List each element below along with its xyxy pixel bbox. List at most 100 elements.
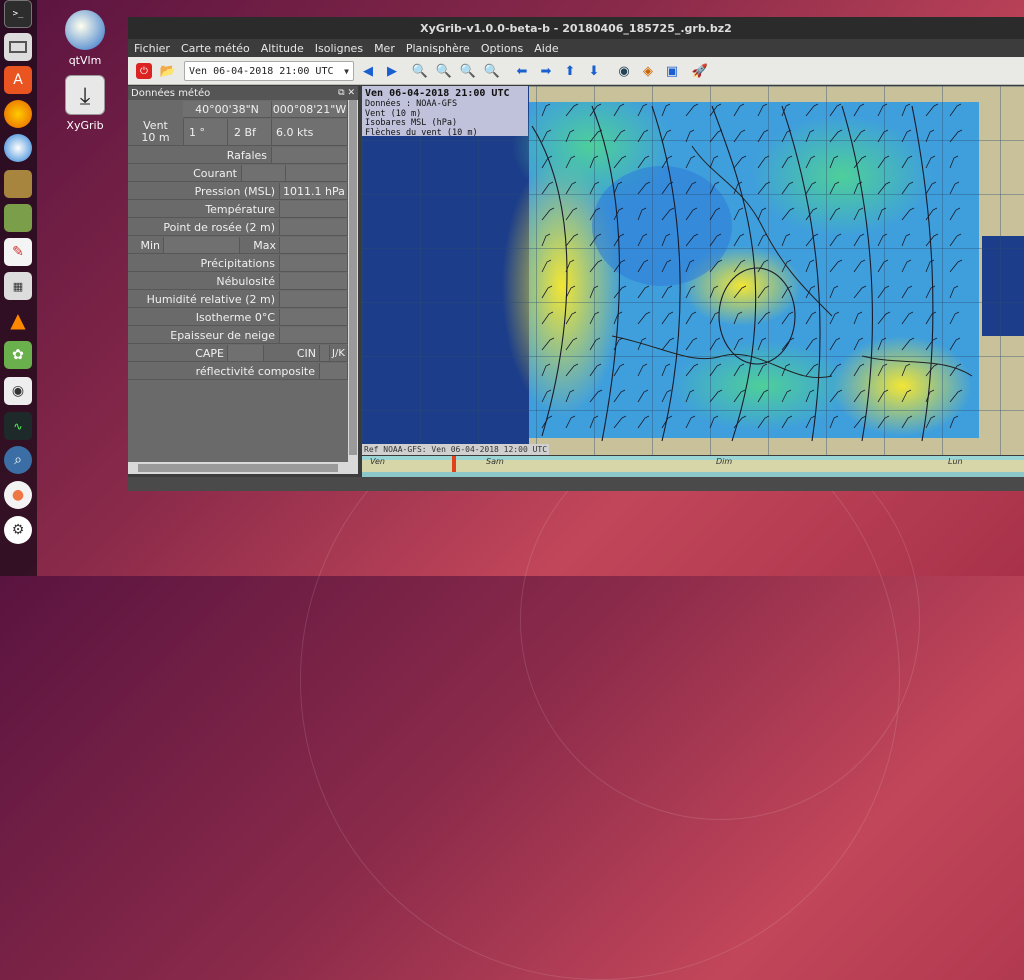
desktop-icon-xygrib[interactable]: ⤓ XyGrib xyxy=(55,75,115,132)
bulb-icon[interactable]: ● xyxy=(4,481,32,509)
row-reflectivite: réflectivité composite xyxy=(128,363,348,380)
panel-horizontal-scrollbar[interactable] xyxy=(128,462,358,474)
desktop-icon-label: qtVlm xyxy=(68,54,102,67)
row-isotherme: Isotherme 0°C xyxy=(128,309,348,326)
zoom-area-icon[interactable]: 🔍 xyxy=(458,61,478,81)
drawing-icon[interactable]: ✎ xyxy=(4,238,32,266)
row-vent: Vent 10 m 1 ° 2 Bf 6.0 kts xyxy=(128,119,348,146)
neige-label: Epaisseur de neige xyxy=(128,327,280,344)
thunderbird-icon[interactable] xyxy=(4,134,32,162)
desktop-icon-label: XyGrib xyxy=(66,119,104,132)
select-area-icon[interactable]: ◈ xyxy=(638,61,658,81)
chevron-down-icon: ▼ xyxy=(344,66,349,76)
day-label: Dim xyxy=(716,457,733,466)
open-file-icon[interactable]: 📂 xyxy=(158,61,178,81)
menubar: Fichier Carte météo Altitude Isolignes M… xyxy=(128,39,1024,57)
panel-title: Données météo xyxy=(131,87,211,99)
vent-direction: 1 ° xyxy=(184,119,228,146)
map-layer-arrows: Flèches du vent (10 m) xyxy=(365,127,478,138)
prev-step-icon[interactable]: ◀ xyxy=(358,61,378,81)
scrollbar-thumb[interactable] xyxy=(349,100,357,455)
ubuntu-dock: >_ A ✎ ▦ ▲ ✿ ◉ ∿ ⌕ ● ⚙ xyxy=(0,0,37,576)
menu-carte-meteo[interactable]: Carte météo xyxy=(181,42,250,55)
next-step-icon[interactable]: ▶ xyxy=(382,61,402,81)
terminal-icon[interactable]: >_ xyxy=(4,0,32,28)
zoom-in-icon[interactable]: 🔍 xyxy=(410,61,430,81)
pan-down-icon[interactable]: ⬇ xyxy=(584,61,604,81)
vent-label-cell: Vent 10 m xyxy=(128,119,184,146)
temperature-label: Température xyxy=(128,201,280,218)
cin-label: CIN xyxy=(264,345,320,362)
system-monitor-icon[interactable]: ∿ xyxy=(4,412,32,440)
camera-icon[interactable]: ◉ xyxy=(4,377,32,405)
menu-aide[interactable]: Aide xyxy=(534,42,558,55)
panel-header: Données météo ⧉ ✕ xyxy=(128,86,358,100)
weather-map[interactable]: Ven 06-04-2018 21:00 UTC Données : NOAA-… xyxy=(362,86,1024,455)
xygrib-window: XyGrib-v1.0.0-beta-b - 20180406_185725_.… xyxy=(128,17,1024,491)
firefox-icon[interactable] xyxy=(4,100,32,128)
pan-up-icon[interactable]: ⬆ xyxy=(560,61,580,81)
download-icon[interactable]: ▣ xyxy=(662,61,682,81)
row-temperature: Température xyxy=(128,201,348,218)
row-humidite: Humidité relative (2 m) xyxy=(128,291,348,308)
cape-label: CAPE xyxy=(128,345,228,362)
qtvlm-icon xyxy=(65,10,105,50)
time-slider[interactable]: Ven Sam Dim Lun xyxy=(362,456,1024,472)
map-info-box: Ven 06-04-2018 21:00 UTC Données : NOAA-… xyxy=(362,86,528,138)
humidite-value xyxy=(280,291,348,308)
file-manager-icon[interactable] xyxy=(4,33,32,61)
day-label: Sam xyxy=(486,457,504,466)
desktop-icon-qtvlm[interactable]: qtVlm xyxy=(55,10,115,67)
reflectivite-value xyxy=(320,363,348,380)
humidite-label: Humidité relative (2 m) xyxy=(128,291,280,308)
menu-options[interactable]: Options xyxy=(481,42,523,55)
window-title: XyGrib-v1.0.0-beta-b - 20180406_185725_.… xyxy=(420,21,732,35)
date-select[interactable]: Ven 06-04-2018 21:00 UTC ▼ xyxy=(184,61,354,81)
menu-altitude[interactable]: Altitude xyxy=(261,42,304,55)
map-canvas xyxy=(362,86,1024,455)
pan-left-icon[interactable]: ⬅ xyxy=(512,61,532,81)
menu-fichier[interactable]: Fichier xyxy=(134,42,170,55)
date-select-value: Ven 06-04-2018 21:00 UTC xyxy=(189,65,334,77)
row-pression: Pression (MSL) 1011.1 hPa xyxy=(128,183,348,200)
app-icon[interactable]: ⚙ xyxy=(4,516,32,544)
globe-icon[interactable]: ◉ xyxy=(614,61,634,81)
xygrib-icon: ⤓ xyxy=(65,75,105,115)
zoom-out-icon[interactable]: 🔍 xyxy=(434,61,454,81)
isotherme-value xyxy=(280,309,348,326)
scrollbar-thumb[interactable] xyxy=(138,464,338,472)
reflectivite-label: réflectivité composite xyxy=(128,363,320,380)
day-label: Ven xyxy=(370,457,385,466)
pan-right-icon[interactable]: ➡ xyxy=(536,61,556,81)
map-reference: Ref NOAA-GFS: Ven 06-04-2018 12:00 UTC xyxy=(362,444,550,455)
calculator-icon[interactable]: ▦ xyxy=(4,272,32,300)
longitude-value: 000°08'21"W xyxy=(272,101,348,118)
jk-label: J/K xyxy=(330,345,348,362)
vent-speed: 6.0 kts xyxy=(272,119,348,146)
cin-value xyxy=(320,345,330,362)
panel-controls[interactable]: ⧉ ✕ xyxy=(338,88,358,98)
window-titlebar[interactable]: XyGrib-v1.0.0-beta-b - 20180406_185725_.… xyxy=(128,17,1024,39)
gimp-icon[interactable]: ✿ xyxy=(4,341,32,369)
vent-height: 10 m xyxy=(141,131,170,144)
row-nebulosite: Nébulosité xyxy=(128,273,348,290)
latitude-value: 40°00'38"N xyxy=(183,101,272,118)
nebulosite-label: Nébulosité xyxy=(128,273,280,290)
courant-dir-value xyxy=(242,165,286,182)
software-center-icon[interactable]: A xyxy=(4,66,32,94)
rafales-value xyxy=(272,147,348,164)
panel-vertical-scrollbar[interactable] xyxy=(348,100,358,462)
menu-isolignes[interactable]: Isolignes xyxy=(315,42,363,55)
menu-planisphere[interactable]: Planisphère xyxy=(406,42,470,55)
toolbar: ⏻ 📂 Ven 06-04-2018 21:00 UTC ▼ ◀ ▶ 🔍 🔍 🔍… xyxy=(128,57,1024,85)
files-icon[interactable] xyxy=(4,204,32,232)
menu-mer[interactable]: Mer xyxy=(374,42,395,55)
close-file-icon[interactable]: ⏻ xyxy=(134,61,154,81)
rocket-icon[interactable]: 🚀 xyxy=(690,61,710,81)
archive-icon[interactable] xyxy=(4,170,32,198)
search-icon[interactable]: ⌕ xyxy=(4,446,32,474)
zoom-all-icon[interactable]: 🔍 xyxy=(482,61,502,81)
timeline-cursor[interactable] xyxy=(452,456,456,472)
min-label: Min xyxy=(128,237,164,254)
vlc-icon[interactable]: ▲ xyxy=(4,306,32,334)
